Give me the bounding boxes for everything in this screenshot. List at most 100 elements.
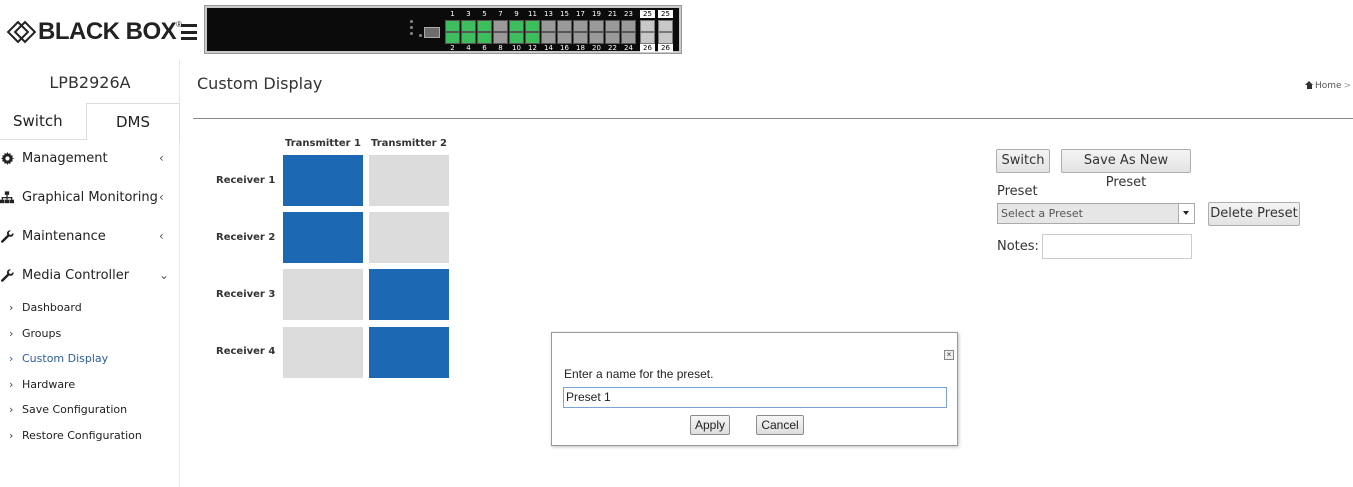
notes-input[interactable] (1042, 234, 1192, 259)
sidebar-item-management[interactable]: Management ‹ (0, 143, 180, 182)
port-number-label: 21 (608, 10, 617, 18)
submenu-label: Groups (22, 326, 62, 340)
submenu-item-save-configuration[interactable]: › Save Configuration (0, 399, 180, 425)
cancel-button[interactable]: Cancel (756, 415, 804, 435)
port-number-label: 3 (466, 10, 471, 18)
switch-port[interactable] (589, 20, 604, 32)
port-number-label: 2 (450, 44, 455, 52)
menu-label: Graphical Monitoring (22, 190, 158, 205)
switch-port[interactable] (640, 20, 655, 32)
switch-port[interactable] (461, 20, 476, 32)
breadcrumb-home-link[interactable]: Home (1315, 81, 1342, 91)
switch-port[interactable] (445, 20, 460, 32)
chevron-down-icon: ⌄ (159, 268, 170, 282)
port-number-label: 26 (658, 44, 673, 52)
switch-port[interactable] (461, 32, 476, 44)
preset-select[interactable]: Select a Preset (997, 203, 1195, 224)
caret-down-icon (1183, 211, 1189, 215)
switch-port[interactable] (557, 32, 572, 44)
preset-label: Preset (997, 184, 1038, 199)
breadcrumb: Home > (1305, 80, 1351, 91)
sfp-port[interactable] (658, 32, 673, 44)
black-box-logo[interactable]: BLACK BOX® (6, 18, 182, 46)
switch-port[interactable] (525, 32, 540, 44)
home-icon (1305, 81, 1314, 89)
submenu-item-custom-display[interactable]: › Custom Display (0, 348, 180, 374)
chevron-right-icon: › (9, 352, 14, 365)
sitemap-icon (0, 191, 14, 205)
delete-preset-button[interactable]: Delete Preset (1208, 202, 1300, 226)
switch-port[interactable] (573, 32, 588, 44)
hamburger-icon[interactable] (181, 24, 197, 40)
submenu-label: Custom Display (22, 352, 109, 365)
port-number-label: 24 (624, 44, 633, 52)
switch-port[interactable] (445, 32, 460, 44)
port-number-label: 22 (608, 44, 617, 52)
title-divider (193, 118, 1353, 119)
close-icon[interactable]: × (944, 350, 954, 360)
logo-text: BLACK BOX® (38, 18, 182, 45)
dropdown-button[interactable] (1178, 204, 1194, 223)
matrix-cell-receiver-2-transmitter-1[interactable] (283, 212, 363, 263)
apply-button[interactable]: Apply (690, 415, 730, 435)
switch-port[interactable] (621, 20, 636, 32)
switch-port[interactable] (509, 20, 524, 32)
submenu-item-dashboard[interactable]: › Dashboard (0, 297, 180, 323)
port-number-label: 12 (528, 44, 537, 52)
matrix-cell-receiver-1-transmitter-1[interactable] (283, 155, 363, 206)
sidebar-item-maintenance[interactable]: Maintenance ‹ (0, 221, 180, 260)
switch-port[interactable] (509, 32, 524, 44)
sidebar-item-media-controller[interactable]: Media Controller ⌄ (0, 260, 180, 299)
submenu-item-hardware[interactable]: › Hardware (0, 374, 180, 400)
sfp-port[interactable] (658, 20, 673, 32)
device-name: LPB2926A (49, 73, 131, 92)
port-number-label: 18 (576, 44, 585, 52)
breadcrumb-separator: > (1343, 81, 1352, 91)
sidebar-item-graphical-monitoring[interactable]: Graphical Monitoring ‹ (0, 182, 180, 221)
switch-port[interactable] (541, 32, 556, 44)
switch-port[interactable] (525, 20, 540, 32)
switch-port[interactable] (605, 32, 620, 44)
switch-port[interactable] (477, 32, 492, 44)
chevron-right-icon: › (9, 403, 14, 416)
switch-port[interactable] (605, 20, 620, 32)
port-number-label: 6 (482, 44, 487, 52)
port-number-label: 4 (466, 44, 471, 52)
submenu-item-restore-configuration[interactable]: › Restore Configuration (0, 425, 180, 451)
switch-port[interactable] (493, 32, 508, 44)
matrix-cell-receiver-4-transmitter-2[interactable] (369, 327, 449, 378)
switch-port[interactable] (493, 20, 508, 32)
sidebar-tabs: Switch DMS (0, 103, 180, 140)
port-number-label: 16 (560, 44, 569, 52)
chevron-left-icon: ‹ (159, 229, 164, 243)
matrix-cell-receiver-1-transmitter-2[interactable] (369, 155, 449, 206)
matrix-cell-receiver-3-transmitter-2[interactable] (369, 269, 449, 320)
submenu-label: Restore Configuration (22, 428, 142, 442)
switch-port[interactable] (573, 20, 588, 32)
port-number-label: 26 (640, 44, 655, 52)
matrix-cell-receiver-4-transmitter-1[interactable] (283, 327, 363, 378)
switch-port[interactable] (640, 32, 655, 44)
matrix-cell-receiver-2-transmitter-2[interactable] (369, 212, 449, 263)
submenu-item-groups[interactable]: › Groups (0, 323, 180, 349)
save-as-new-preset-button[interactable]: Save As New Preset (1061, 149, 1191, 190)
chevron-left-icon: ‹ (159, 190, 164, 204)
switch-port[interactable] (477, 20, 492, 32)
tab-switch[interactable]: Switch (0, 103, 86, 140)
row-header-receiver-2: Receiver 2 (216, 232, 276, 243)
notes-label: Notes: (997, 239, 1039, 254)
switch-button[interactable]: Switch (996, 149, 1050, 173)
row-header-receiver-1: Receiver 1 (216, 175, 276, 186)
status-led-dots (410, 20, 413, 38)
matrix-cell-receiver-3-transmitter-1[interactable] (283, 269, 363, 320)
switch-port[interactable] (589, 32, 604, 44)
switch-port[interactable] (621, 32, 636, 44)
chevron-left-icon: ‹ (159, 151, 164, 165)
switch-port[interactable] (557, 20, 572, 32)
tab-dms[interactable]: DMS (86, 103, 180, 140)
switch-port[interactable] (541, 20, 556, 32)
port-number-label: 25 (640, 10, 655, 18)
column-header-transmitter-2: Transmitter 2 (370, 138, 448, 149)
menu-label: Maintenance (22, 229, 106, 244)
preset-name-input[interactable]: Preset 1 (563, 387, 947, 408)
